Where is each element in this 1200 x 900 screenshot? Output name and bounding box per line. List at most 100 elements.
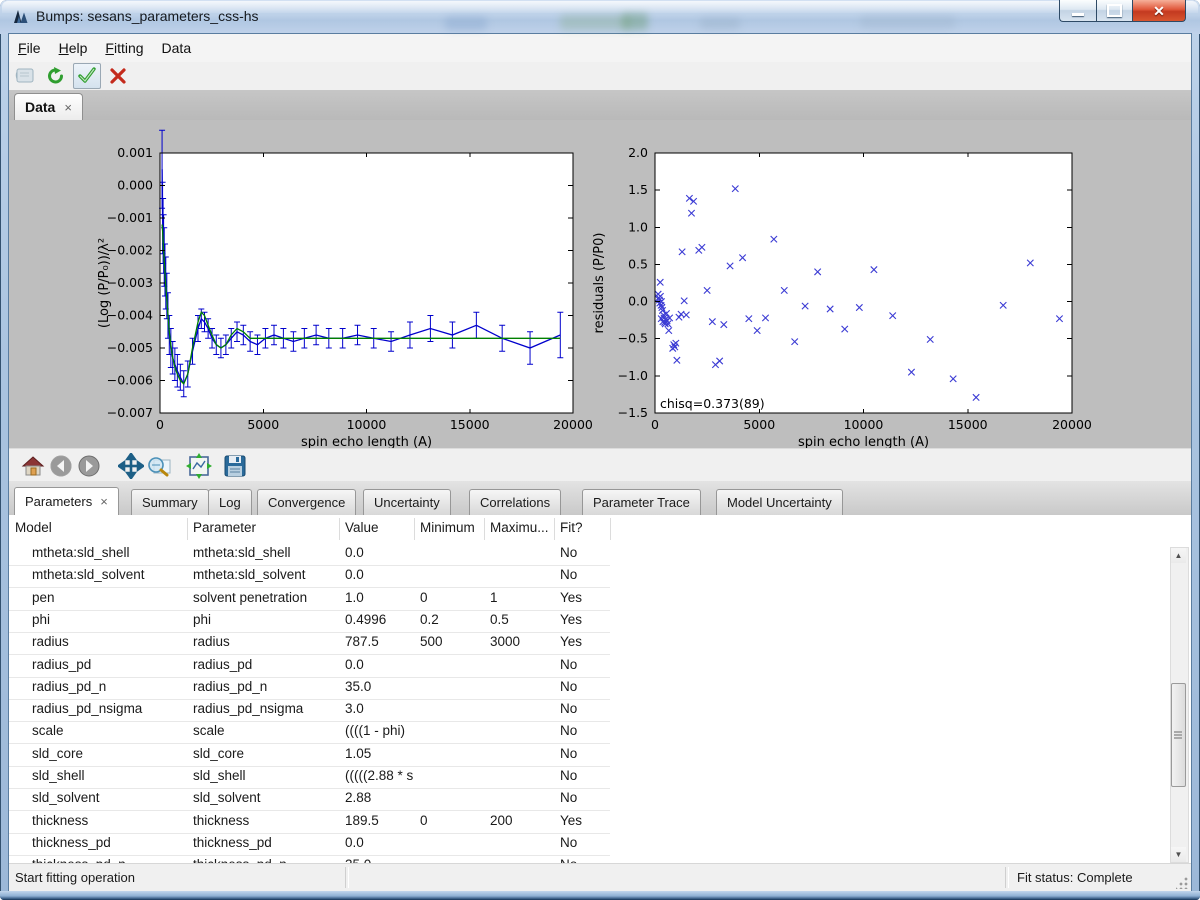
svg-text:−1.0: −1.0: [618, 368, 648, 383]
maximize-button[interactable]: [1096, 0, 1133, 22]
table-row[interactable]: radiusradius787.55003000Yes: [9, 632, 610, 655]
col-parameter[interactable]: Parameter: [193, 520, 256, 535]
scroll-thumb[interactable]: [1171, 683, 1186, 787]
back-icon: [49, 454, 73, 478]
table-cell: Yes: [560, 813, 582, 828]
tab-close-icon[interactable]: ×: [64, 101, 72, 114]
col-minimum[interactable]: Minimum: [420, 520, 475, 535]
table-row[interactable]: sld_coresld_core1.05No: [9, 744, 610, 767]
reload-button[interactable]: [43, 64, 69, 88]
svg-text:−0.002: −0.002: [107, 243, 153, 258]
window-frame-bottom: [0, 891, 1200, 900]
table-cell: No: [560, 567, 577, 582]
menu-data[interactable]: Data: [153, 36, 201, 60]
status-separator: [1005, 867, 1009, 888]
table-cell: sld_core: [32, 746, 83, 761]
table-row[interactable]: sld_solventsld_solvent2.88No: [9, 788, 610, 811]
plot-forward-button[interactable]: [75, 452, 103, 480]
table-row[interactable]: phiphi0.49960.20.5Yes: [9, 610, 610, 633]
table-row[interactable]: thicknessthickness189.50200Yes: [9, 811, 610, 834]
table-cell: 1.05: [345, 746, 371, 761]
table-cell: Yes: [560, 612, 582, 627]
cancel-button[interactable]: [105, 64, 131, 88]
table-cell: scale: [193, 723, 225, 738]
table-cell: radius_pd_n: [32, 679, 106, 694]
col-maximum[interactable]: Maximu...: [490, 520, 549, 535]
tab-label: Parameter Trace: [593, 495, 690, 510]
resize-grip[interactable]: [1176, 877, 1188, 889]
title-bar[interactable]: Bumps: sesans_parameters_css-hs ✕: [0, 0, 1200, 34]
scroll-down-button[interactable]: ▼: [1171, 847, 1186, 862]
results-tab-summary[interactable]: Summary: [131, 489, 209, 515]
results-tab-log[interactable]: Log: [208, 489, 252, 515]
table-header: Model Parameter Value Minimum Maximu... …: [9, 515, 1191, 544]
results-tab-correlations[interactable]: Correlations: [469, 489, 561, 515]
tab-data[interactable]: Data ×: [14, 93, 83, 120]
table-row[interactable]: scalescale((((1 - phi)No: [9, 721, 610, 744]
minimize-icon: [1072, 13, 1084, 16]
col-fit[interactable]: Fit?: [560, 520, 583, 535]
plots-canvas[interactable]: 050001000015000200000.0010.000−0.001−0.0…: [9, 120, 1191, 448]
accept-button[interactable]: [73, 63, 101, 89]
table-cell: mtheta:sld_solvent: [32, 567, 145, 582]
results-tab-parameter-trace[interactable]: Parameter Trace: [582, 489, 701, 515]
table-row[interactable]: thickness_pd_nthickness_pd_n35.0No: [9, 855, 610, 863]
results-tab-model-uncertainty[interactable]: Model Uncertainty: [716, 489, 843, 515]
table-row[interactable]: mtheta:sld_solventmtheta:sld_solvent0.0N…: [9, 565, 610, 588]
table-row[interactable]: pensolvent penetration1.001Yes: [9, 588, 610, 611]
tab-label: Model Uncertainty: [727, 495, 832, 510]
results-tab-uncertainty[interactable]: Uncertainty: [363, 489, 451, 515]
table-cell: solvent penetration: [193, 590, 307, 605]
table-row[interactable]: radius_pd_nsigmaradius_pd_nsigma3.0No: [9, 699, 610, 722]
menu-file[interactable]: File: [9, 36, 50, 60]
table-scrollbar[interactable]: ▲ ▼: [1170, 547, 1189, 863]
table-cell: 0.0: [345, 835, 364, 850]
plot-back-button[interactable]: [47, 452, 75, 480]
plot-subplots-button[interactable]: [185, 452, 213, 480]
glass-reflection: [560, 15, 630, 30]
close-button[interactable]: ✕: [1133, 0, 1186, 22]
svg-text:spin echo length (A): spin echo length (A): [301, 435, 432, 448]
plot-pan-button[interactable]: [117, 452, 145, 480]
menu-fitting[interactable]: Fitting: [96, 36, 152, 60]
svg-text:−0.004: −0.004: [107, 308, 153, 323]
tab-close-icon[interactable]: ×: [100, 495, 108, 508]
table-cell: (((((2.88 * s: [345, 768, 413, 783]
table-row[interactable]: mtheta:sld_shellmtheta:sld_shell0.0No: [9, 543, 610, 566]
svg-text:20000: 20000: [1052, 417, 1092, 432]
results-tab-parameters[interactable]: Parameters×: [14, 487, 119, 515]
menu-help[interactable]: Help: [50, 36, 97, 60]
plot-save-button[interactable]: [221, 452, 249, 480]
table-cell: radius_pd: [193, 657, 252, 672]
svg-text:−0.5: −0.5: [618, 331, 648, 346]
glass-reflection: [860, 16, 955, 28]
table-cell: 3000: [490, 634, 520, 649]
plot-zoom-button[interactable]: [145, 452, 173, 480]
table-cell: mtheta:sld_solvent: [193, 567, 306, 582]
svg-text:1.0: 1.0: [628, 219, 648, 234]
plot-home-button[interactable]: [19, 452, 47, 480]
table-cell: radius_pd_n: [193, 679, 267, 694]
table-cell: 0: [420, 590, 428, 605]
table-cell: thickness: [193, 813, 249, 828]
table-row[interactable]: radius_pdradius_pd0.0No: [9, 655, 610, 678]
svg-text:(Log (P/P₀))/λ²: (Log (P/P₀))/λ²: [97, 238, 112, 328]
app-toolbar: [9, 62, 1191, 90]
table-row[interactable]: thickness_pdthickness_pd0.0No: [9, 833, 610, 856]
table-cell: No: [560, 835, 577, 850]
close-icon: ✕: [1153, 4, 1165, 18]
scroll-up-button[interactable]: ▲: [1171, 548, 1186, 563]
table-row[interactable]: radius_pd_nradius_pd_n35.0No: [9, 677, 610, 700]
table-cell: No: [560, 790, 577, 805]
table-row[interactable]: sld_shellsld_shell(((((2.88 * sNo: [9, 766, 610, 789]
minimize-button[interactable]: [1059, 0, 1096, 22]
parameter-table: mtheta:sld_shellmtheta:sld_shell0.0Nomth…: [9, 543, 1191, 863]
col-model[interactable]: Model: [15, 520, 52, 535]
table-cell: sld_shell: [32, 768, 85, 783]
console-button[interactable]: [13, 64, 39, 88]
results-tab-convergence[interactable]: Convergence: [257, 489, 356, 515]
table-cell: 2.88: [345, 790, 371, 805]
svg-text:0.001: 0.001: [117, 145, 153, 160]
col-value[interactable]: Value: [345, 520, 379, 535]
table-cell: sld_shell: [193, 768, 246, 783]
